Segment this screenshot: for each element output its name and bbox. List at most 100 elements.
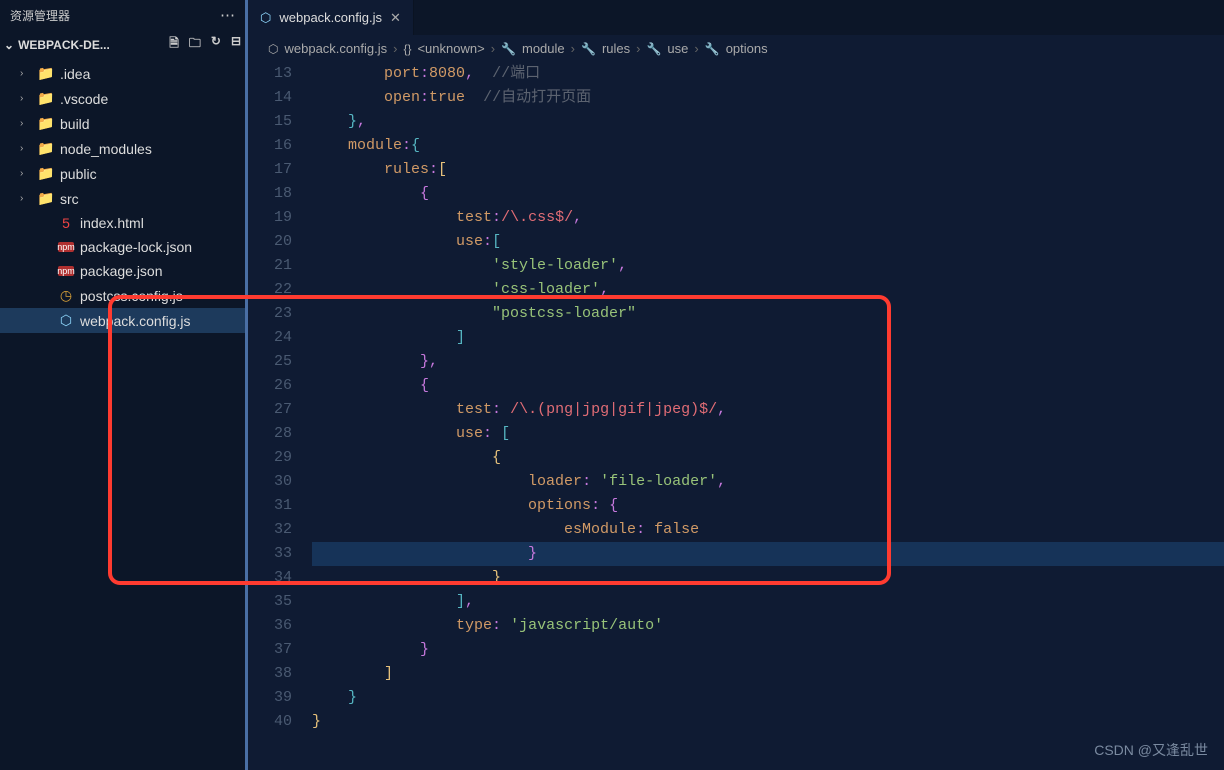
breadcrumb-icon: 🔧 — [501, 42, 516, 56]
watermark: CSDN @又逢乱世 — [1094, 740, 1208, 760]
code-line-37[interactable]: } — [312, 638, 1224, 662]
file-icon: ⬡ — [58, 312, 74, 329]
chevron-right-icon: › — [20, 168, 32, 179]
chevron-right-icon: › — [20, 118, 32, 129]
file-icon: 📁 — [38, 190, 54, 207]
file-package-json[interactable]: npm package.json — [0, 259, 245, 283]
file-icon: 📁 — [38, 140, 54, 157]
code-line-30[interactable]: loader: 'file-loader', — [312, 470, 1224, 494]
code-line-16[interactable]: module:{ — [312, 134, 1224, 158]
code-line-20[interactable]: use:[ — [312, 230, 1224, 254]
code-line-31[interactable]: options: { — [312, 494, 1224, 518]
code-line-24[interactable]: ] — [312, 326, 1224, 350]
new-folder-icon[interactable]: 🗀 — [189, 34, 201, 55]
chevron-down-icon: ⌄ — [4, 38, 14, 52]
explorer-sidebar: 资源管理器 ⋯ ⌄ WEBPACK-DE... 🗎 🗀 ↻ ⊟ ›📁.idea›… — [0, 0, 248, 770]
code-editor[interactable]: 1314151617181920212223242526272829303132… — [248, 62, 1224, 770]
code-line-35[interactable]: ], — [312, 590, 1224, 614]
item-label: .idea — [60, 66, 90, 82]
item-label: package-lock.json — [80, 239, 192, 255]
chevron-right-icon: › — [20, 93, 32, 104]
explorer-header: 资源管理器 ⋯ — [0, 0, 245, 30]
code-line-39[interactable]: } — [312, 686, 1224, 710]
breadcrumb-part[interactable]: rules — [602, 41, 630, 56]
code-line-25[interactable]: }, — [312, 350, 1224, 374]
item-label: node_modules — [60, 141, 152, 157]
item-label: .vscode — [60, 91, 108, 107]
code-line-18[interactable]: { — [312, 182, 1224, 206]
chevron-right-icon: › — [20, 193, 32, 204]
code-line-34[interactable]: } — [312, 566, 1224, 590]
project-folder-header[interactable]: ⌄ WEBPACK-DE... 🗎 🗀 ↻ ⊟ — [0, 30, 245, 59]
breadcrumb-icon: 🔧 — [646, 42, 661, 56]
item-label: package.json — [80, 263, 163, 279]
code-line-14[interactable]: open:true //自动打开页面 — [312, 86, 1224, 110]
breadcrumb-part[interactable]: webpack.config.js — [284, 41, 387, 56]
code-line-32[interactable]: esModule: false — [312, 518, 1224, 542]
code-line-38[interactable]: ] — [312, 662, 1224, 686]
new-file-icon[interactable]: 🗎 — [169, 34, 179, 55]
editor-area: ⬡ webpack.config.js ✕ ⬡ webpack.config.j… — [248, 0, 1224, 770]
breadcrumb[interactable]: ⬡ webpack.config.js›{} <unknown>›🔧 modul… — [248, 35, 1224, 62]
item-label: webpack.config.js — [80, 313, 191, 329]
code-line-13[interactable]: port:8080, //端口 — [312, 62, 1224, 86]
code-line-28[interactable]: use: [ — [312, 422, 1224, 446]
code-line-33[interactable]: } — [312, 542, 1224, 566]
item-label: public — [60, 166, 97, 182]
more-icon[interactable]: ⋯ — [220, 6, 235, 24]
item-label: index.html — [80, 215, 144, 231]
file-postcss-config-js[interactable]: ◷ postcss.config.js — [0, 283, 245, 308]
folder-src[interactable]: › 📁 src — [0, 186, 245, 211]
breadcrumb-icon: 🔧 — [581, 42, 596, 56]
breadcrumb-part[interactable]: <unknown> — [417, 41, 484, 56]
breadcrumb-icon: ⬡ — [268, 42, 278, 56]
code-line-40[interactable]: } — [312, 710, 1224, 734]
breadcrumb-part[interactable]: module — [522, 41, 565, 56]
file-icon: 📁 — [38, 65, 54, 82]
code-line-36[interactable]: type: 'javascript/auto' — [312, 614, 1224, 638]
tab-filename: webpack.config.js — [279, 10, 382, 25]
file-tree: › 📁 .idea › 📁 .vscode › 📁 build › 📁 node_modules › 📁 p… — [0, 59, 245, 333]
folder--vscode[interactable]: › 📁 .vscode — [0, 86, 245, 111]
tab-bar: ⬡ webpack.config.js ✕ — [248, 0, 1224, 35]
file-icon: 📁 — [38, 115, 54, 132]
code-line-19[interactable]: test:/\.css$/, — [312, 206, 1224, 230]
collapse-icon[interactable]: ⊟ — [231, 34, 241, 55]
folder--idea[interactable]: › 📁 .idea — [0, 61, 245, 86]
refresh-icon[interactable]: ↻ — [211, 34, 221, 55]
code-line-29[interactable]: { — [312, 446, 1224, 470]
file-icon: ◷ — [58, 287, 74, 304]
tab-webpack-config[interactable]: ⬡ webpack.config.js ✕ — [248, 0, 414, 35]
close-icon[interactable]: ✕ — [390, 10, 401, 26]
code-line-15[interactable]: }, — [312, 110, 1224, 134]
webpack-icon: ⬡ — [260, 10, 271, 26]
file-icon: npm — [58, 242, 74, 252]
file-package-lock-json[interactable]: npm package-lock.json — [0, 235, 245, 259]
file-icon: 📁 — [38, 90, 54, 107]
item-label: src — [60, 191, 79, 207]
breadcrumb-part[interactable]: options — [726, 41, 768, 56]
folder-public[interactable]: › 📁 public — [0, 161, 245, 186]
project-name: WEBPACK-DE... — [18, 38, 110, 52]
code-line-22[interactable]: 'css-loader', — [312, 278, 1224, 302]
item-label: postcss.config.js — [80, 288, 183, 304]
code-line-23[interactable]: "postcss-loader" — [312, 302, 1224, 326]
chevron-right-icon: › — [20, 68, 32, 79]
code-content[interactable]: port:8080, //端口 open:true //自动打开页面 }, mo… — [312, 62, 1224, 770]
folder-node_modules[interactable]: › 📁 node_modules — [0, 136, 245, 161]
code-line-26[interactable]: { — [312, 374, 1224, 398]
folder-build[interactable]: › 📁 build — [0, 111, 245, 136]
code-line-27[interactable]: test: /\.(png|jpg|gif|jpeg)$/, — [312, 398, 1224, 422]
chevron-right-icon: › — [20, 143, 32, 154]
file-webpack-config-js[interactable]: ⬡ webpack.config.js — [0, 308, 245, 333]
breadcrumb-icon: 🔧 — [705, 42, 720, 56]
code-line-17[interactable]: rules:[ — [312, 158, 1224, 182]
code-line-21[interactable]: 'style-loader', — [312, 254, 1224, 278]
explorer-title: 资源管理器 — [10, 7, 220, 24]
file-icon: npm — [58, 266, 74, 276]
breadcrumb-icon: {} — [403, 42, 411, 56]
item-label: build — [60, 116, 90, 132]
breadcrumb-part[interactable]: use — [667, 41, 688, 56]
file-index-html[interactable]: 5index.html — [0, 211, 245, 235]
file-icon: 📁 — [38, 165, 54, 182]
